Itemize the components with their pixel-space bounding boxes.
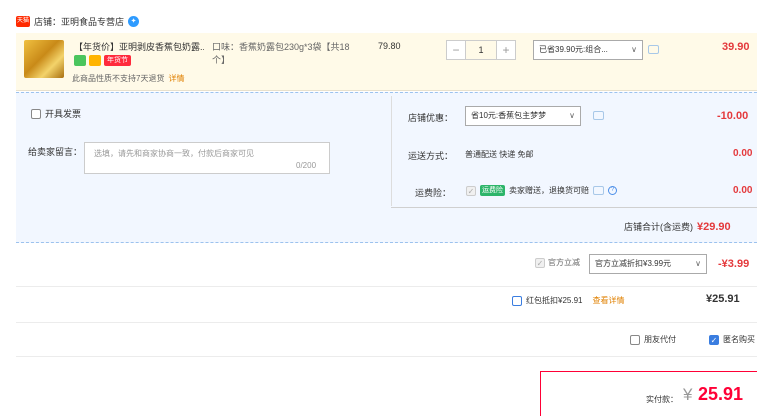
shop-total: 店铺合计(含运费) ¥29.90	[624, 220, 731, 233]
chevron-down-icon: ∨	[569, 111, 575, 120]
friend-pay-option[interactable]: 朋友代付	[630, 334, 676, 345]
unit-price: 79.80	[378, 41, 401, 51]
anonymous-checkbox[interactable]: ✓	[709, 334, 719, 345]
increase-button[interactable]: +	[496, 40, 516, 60]
chat-icon[interactable]: ✦	[128, 16, 140, 27]
shop-header: 天猫 店铺：亚明食品专营店 ✦	[16, 15, 140, 28]
insurance-amount: 0.00	[733, 185, 753, 196]
payment-currency: ¥	[683, 385, 693, 404]
tmall-badge: 天猫	[16, 16, 30, 27]
friend-pay-checkbox[interactable]	[630, 334, 640, 345]
official-discount-option: ✓ 官方立减	[535, 257, 580, 268]
anonymous-label: 匿名购买	[723, 335, 755, 344]
service-badge-icon	[74, 55, 86, 66]
payment-label: 实付款：	[646, 395, 678, 404]
card-icon	[89, 55, 101, 66]
shop-name[interactable]: 店铺：亚明食品专营店	[34, 15, 124, 28]
product-title[interactable]: 【年货价】亚明剥皮香蕉包奶露...	[74, 41, 204, 53]
redpacket-option: 红包抵扣¥25.91 查看详情	[512, 295, 624, 306]
invoice-checkbox[interactable]	[31, 108, 41, 119]
redpacket-checkbox[interactable]	[512, 295, 522, 306]
redpacket-amount: ¥25.91	[706, 293, 740, 305]
message-char-count: 0/200	[296, 161, 317, 170]
chevron-down-icon: ∨	[695, 259, 701, 268]
insurance-label: 运费险：	[415, 188, 452, 198]
options-rule	[391, 207, 757, 208]
product-thumbnail[interactable]	[24, 40, 64, 78]
product-service-icons: 年货节	[74, 55, 131, 66]
insurance-text: 卖家赠送，退换货可赔	[509, 186, 589, 195]
shop-total-label: 店铺合计(含运费)	[624, 222, 693, 232]
insurance-option: ✓ 运费险 卖家赠送，退换货可赔 ?	[466, 185, 617, 196]
official-discount-select[interactable]: 官方立减折扣¥3.99元 ∨	[589, 254, 707, 274]
shop-promo-label: 店铺优惠：	[408, 113, 454, 123]
comment-icon[interactable]	[593, 186, 604, 195]
divider	[16, 286, 757, 287]
divider	[16, 322, 757, 323]
friend-pay-label: 朋友代付	[644, 335, 676, 344]
official-discount-value: 官方立减折扣¥3.99元	[595, 259, 672, 268]
item-promo-value: 已省39.90元:组合...	[539, 45, 608, 54]
comment-icon[interactable]	[648, 45, 659, 54]
shipping-amount: 0.00	[733, 148, 753, 159]
insurance-checkbox: ✓	[466, 185, 476, 196]
chevron-down-icon: ∨	[631, 45, 637, 54]
return-policy-note: 此商品性质不支持7天退货 详情	[72, 73, 184, 84]
shop-total-amount: ¥29.90	[697, 221, 731, 233]
shop-promo-amount: -10.00	[717, 110, 749, 122]
comment-icon[interactable]	[593, 111, 604, 120]
official-discount-label: 官方立减	[548, 258, 580, 267]
shop-promo-value: 省10元:香蕉包主梦梦	[471, 111, 547, 120]
decrease-button[interactable]: −	[446, 40, 466, 60]
invoice-label: 开具发票	[45, 109, 82, 119]
return-policy-text: 此商品性质不支持7天退货	[72, 74, 165, 83]
redpacket-label: 红包抵扣¥25.91	[526, 296, 583, 305]
invoice-option[interactable]: 开具发票	[31, 107, 81, 120]
insurance-badge: 运费险	[480, 185, 505, 196]
quantity-stepper: − 1 +	[446, 40, 516, 60]
shop-promo-select[interactable]: 省10元:香蕉包主梦梦 ∨	[465, 106, 581, 126]
quantity-input[interactable]: 1	[466, 40, 496, 60]
item-promo-select[interactable]: 已省39.90元:组合... ∨	[533, 40, 643, 60]
seller-message-label: 给卖家留言：	[28, 147, 83, 157]
shipping-label: 运送方式：	[408, 151, 454, 161]
help-icon[interactable]: ?	[608, 186, 617, 195]
seller-message-placeholder: 选填，请先和商家协商一致，付款后商家可见	[94, 149, 254, 158]
festival-tag: 年货节	[104, 55, 131, 66]
payment-amount: 25.91	[698, 384, 744, 404]
divider	[16, 356, 757, 357]
official-discount-amount: -¥3.99	[718, 258, 750, 270]
product-attributes: 口味：香蕉奶露包230g*3袋【共18个】	[212, 42, 350, 65]
official-discount-checkbox: ✓	[535, 257, 545, 268]
redpacket-details-link[interactable]: 查看详情	[592, 295, 624, 306]
item-subtotal: 39.90	[722, 41, 750, 53]
return-policy-link[interactable]: 详情	[168, 74, 184, 83]
anonymous-option[interactable]: ✓ 匿名购买	[709, 334, 755, 345]
options-divider	[391, 96, 392, 206]
shipping-method: 普通配送 快递 免邮	[465, 150, 534, 159]
